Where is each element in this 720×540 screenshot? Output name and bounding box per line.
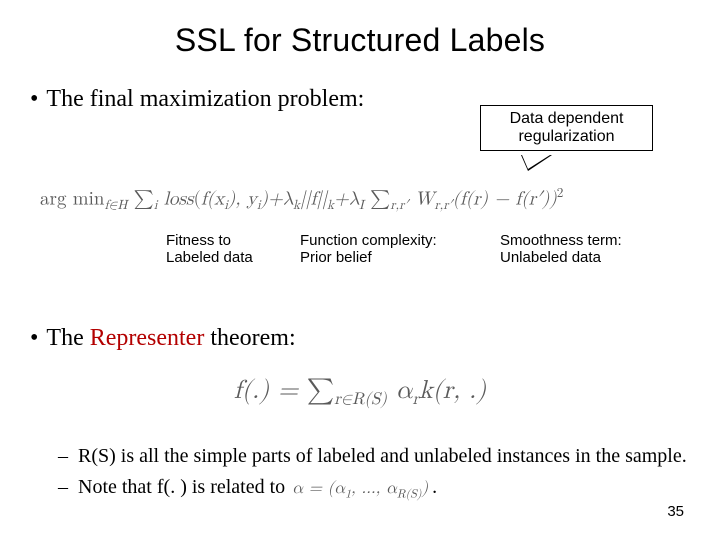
sum2: ∑ [364,189,390,208]
annotation-complexity-l1: Function complexity: [300,232,490,249]
bullet-2: •The Representer theorem: [30,325,296,352]
callout-tail [522,155,550,169]
annotation-fitness-l2: Labeled data [166,249,286,266]
diff: (f(r) − f(r′)) [453,189,557,208]
alpha-s2: R(S) [397,488,422,500]
argmin-sub: f∈H [104,198,127,212]
sum2-sub: r,r′ [390,198,408,212]
bullet-2-prefix: The [46,325,89,351]
alpha-a: α = (α [292,480,345,497]
repr-lhs: f(.) = [234,378,307,404]
annotation-fitness: Fitness to Labeled data [166,232,286,267]
annotation-smoothness: Smoothness term: Unlabeled data [500,232,670,267]
sub-bullet-2-content: Note that f(. ) is related to α = (α1, .… [78,475,437,502]
repr-sum-sub: r∈R(S) [334,391,387,408]
sub-bullets: – R(S) is all the simple parts of labele… [58,444,690,508]
bullet-2-suffix: theorem: [204,325,295,351]
annotation-smoothness-l1: Smoothness term: [500,232,670,249]
bullet-2-highlight: Representer [90,325,205,351]
alpha-inline: α = (α1, ..., αR(S)) [290,480,432,497]
argmin: arg min [40,189,104,208]
repr-sum: ∑ [307,378,334,404]
loss-c: )+λ [261,189,293,208]
sub-bullet-1-text: R(S) is all the simple parts of labeled … [78,444,687,469]
annotation-fitness-l1: Fitness to [166,232,286,249]
formula-representer: f(.) = ∑r∈R(S) αrk(r, .) [0,376,720,410]
annotation-smoothness-l2: Unlabeled data [500,249,670,266]
plus-lambdaI: +λ [334,189,359,208]
repr-a-sub: r [412,391,419,408]
slide-title: SSL for Structured Labels [0,22,720,59]
alpha-c: ) [421,480,428,497]
loss: loss [164,189,194,208]
bullet-1-text: The final maximization problem: [46,86,364,112]
dash-icon: – [58,475,78,502]
sub-bullet-2: – Note that f(. ) is related to α = (α1,… [58,475,690,502]
page-number: 35 [667,503,684,520]
loss-a: f(x [201,189,224,208]
sum1: ∑ [134,189,154,208]
sub2-prefix: Note that f(. ) is related to [78,476,290,498]
annotation-complexity-l2: Prior belief [300,249,490,266]
alpha-b: , ..., α [351,480,397,497]
repr-b: k(r, .) [419,378,486,404]
dash-icon: – [58,444,78,469]
sum1-sub: i [154,198,158,212]
norm: ||f|| [300,189,327,208]
lambdak-sub: k [293,198,300,212]
sq: 2 [557,186,564,200]
slide: SSL for Structured Labels •The final max… [0,0,720,540]
callout-line2: regularization [481,128,652,146]
annotation-complexity: Function complexity: Prior belief [300,232,490,267]
bullet-marker-2: • [30,325,46,351]
W-sub: r,r′ [434,198,452,212]
repr-a: α [387,378,412,404]
loss-b: ), y [228,189,257,208]
bullet-marker: • [30,86,46,112]
sub-bullet-1: – R(S) is all the simple parts of labele… [58,444,690,469]
W: W [408,189,434,208]
callout-box: Data dependent regularization [480,105,653,151]
sub2-suffix: . [432,476,437,498]
callout-line1: Data dependent [481,110,652,128]
norm-sub: k [327,198,334,212]
formula-main: arg minf∈H ∑i loss(f(xi), yi)+λk||f||k+λ… [40,185,563,214]
bullet-1: •The final maximization problem: [30,86,364,113]
